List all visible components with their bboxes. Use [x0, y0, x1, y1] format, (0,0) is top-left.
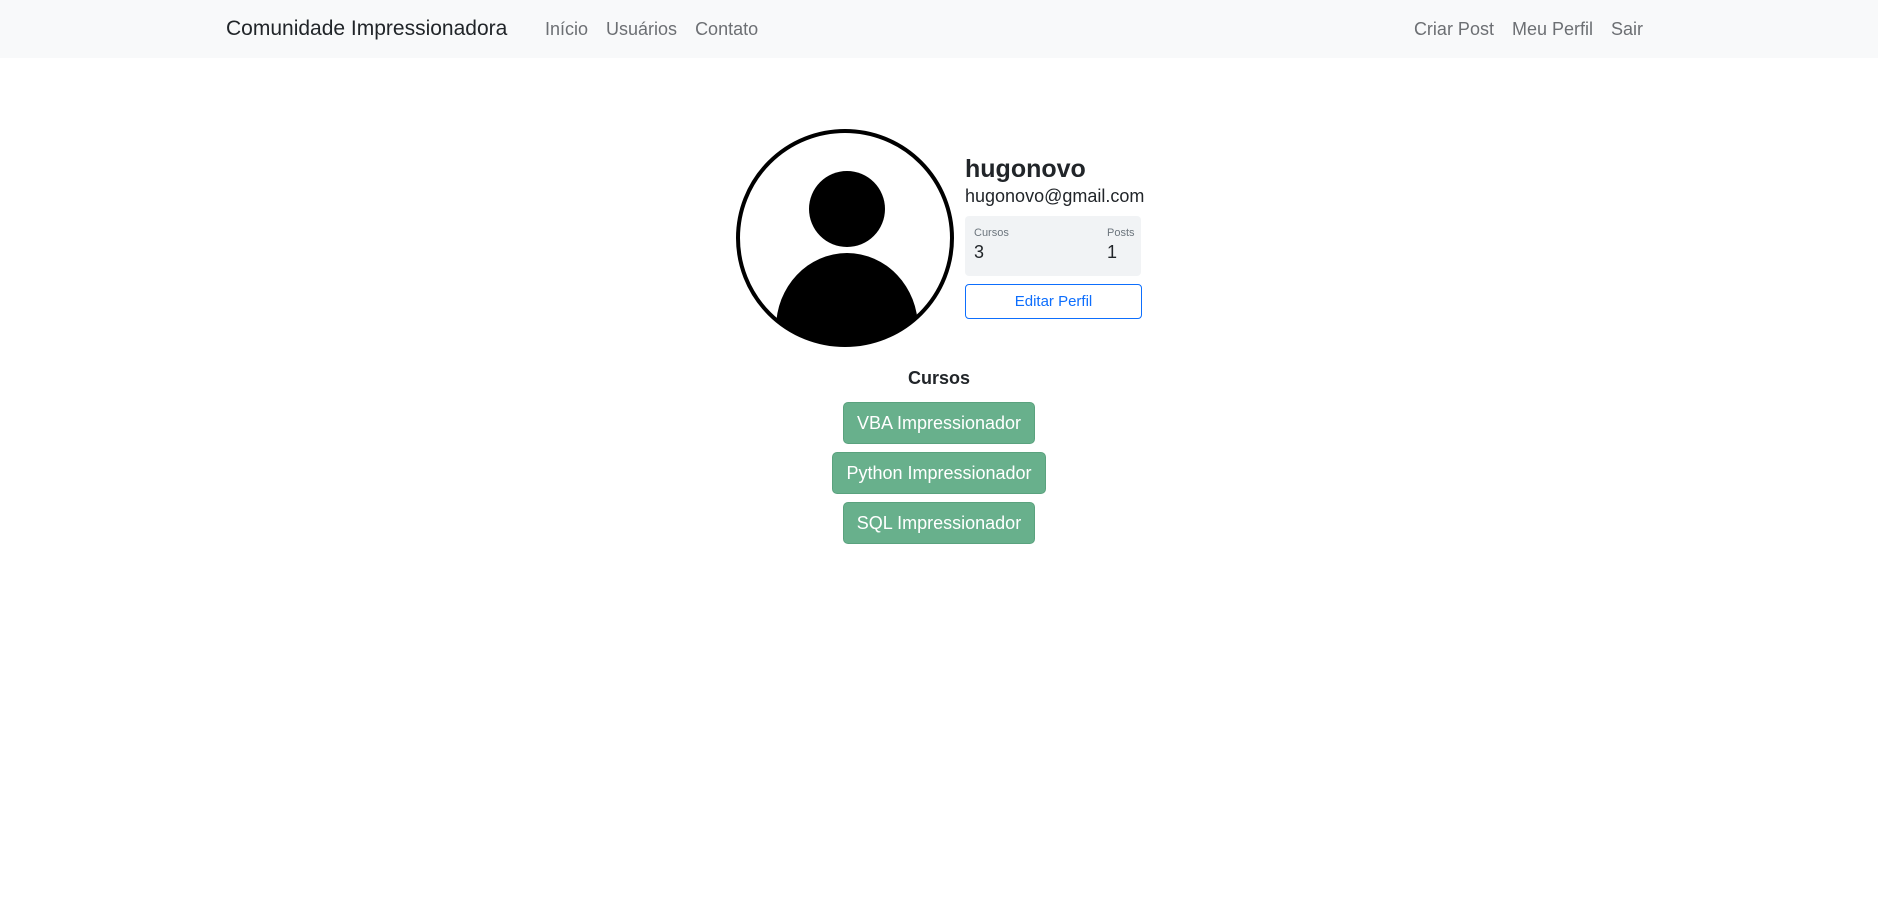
- stat-cursos-value: 3: [974, 242, 985, 262]
- course-button-sql[interactable]: SQL Impressionador: [842, 502, 1036, 544]
- stat-cursos-label: Cursos: [974, 227, 1009, 239]
- user-avatar-icon: [735, 128, 955, 348]
- stat-cursos: Cursos 3: [974, 226, 1009, 264]
- navbar: Comunidade Impressionadora Início Usuári…: [0, 0, 1878, 58]
- profile-username: hugonovo: [965, 155, 1086, 183]
- stat-posts-value: 1: [1107, 242, 1118, 262]
- brand-link[interactable]: Comunidade Impressionadora: [226, 0, 507, 58]
- nav-link-meu-perfil[interactable]: Meu Perfil: [1512, 19, 1593, 40]
- courses-list: VBA Impressionador Python Impressionador…: [735, 402, 1143, 544]
- course-button-python[interactable]: Python Impressionador: [832, 452, 1046, 494]
- nav-left: Início Usuários Contato: [545, 0, 758, 58]
- courses-title: Cursos: [907, 368, 970, 388]
- stat-posts-label: Posts: [1107, 227, 1135, 239]
- profile-stats: Cursos 3 Posts 1: [965, 216, 1141, 276]
- profile-email: hugonovo@gmail.com: [965, 186, 1145, 206]
- nav-link-usuarios[interactable]: Usuários: [606, 19, 677, 40]
- nav-link-sair[interactable]: Sair: [1611, 19, 1643, 40]
- profile-info: hugonovo hugonovo@gmail.com Cursos 3 Pos…: [965, 154, 1145, 319]
- nav-link-inicio[interactable]: Início: [545, 19, 588, 40]
- edit-profile-button[interactable]: Editar Perfil: [965, 284, 1142, 319]
- stat-posts: Posts 1: [1107, 226, 1135, 264]
- nav-link-criar-post[interactable]: Criar Post: [1414, 19, 1494, 40]
- nav-right: Criar Post Meu Perfil Sair: [1414, 0, 1643, 58]
- nav-link-contato[interactable]: Contato: [695, 19, 758, 40]
- profile-card: hugonovo hugonovo@gmail.com Cursos 3 Pos…: [735, 128, 1145, 352]
- course-button-vba[interactable]: VBA Impressionador: [842, 402, 1036, 444]
